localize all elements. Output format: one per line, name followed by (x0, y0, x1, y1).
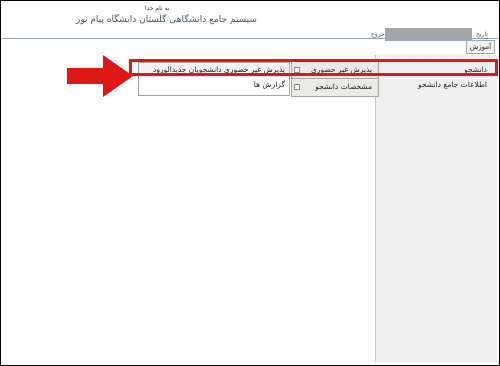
window-frame: به نام خدا سیستم جامع دانشگاهی گلستان دا… (0, 0, 500, 366)
system-title: سیستم جامع دانشگاهی گلستان دانشگاه پیام … (76, 15, 257, 25)
sidebar-item-student-info[interactable]: اطلاعات جامع دانشجو (418, 80, 487, 89)
submenu-arrow-icon (294, 84, 300, 90)
highlight-rectangle (129, 59, 498, 76)
pointer-arrow-icon (67, 55, 133, 97)
app-header: به نام خدا سیستم جامع دانشگاهی گلستان دا… (2, 2, 498, 41)
user-info-bar (385, 28, 472, 41)
date-label: تاریخ (476, 31, 488, 38)
menu-item-reports[interactable]: گزارش ها (254, 80, 285, 89)
menu-separator (292, 78, 378, 79)
header-divider (2, 38, 498, 39)
exit-link[interactable]: خروج (371, 31, 385, 38)
sidebar-menu: دانشجو اطلاعات جامع دانشجو (375, 55, 497, 363)
menu-item-student-details[interactable]: مشخصات دانشجو (315, 82, 372, 91)
greeting-text: به نام خدا (145, 5, 170, 12)
tab-education[interactable]: آموزش (466, 40, 495, 54)
